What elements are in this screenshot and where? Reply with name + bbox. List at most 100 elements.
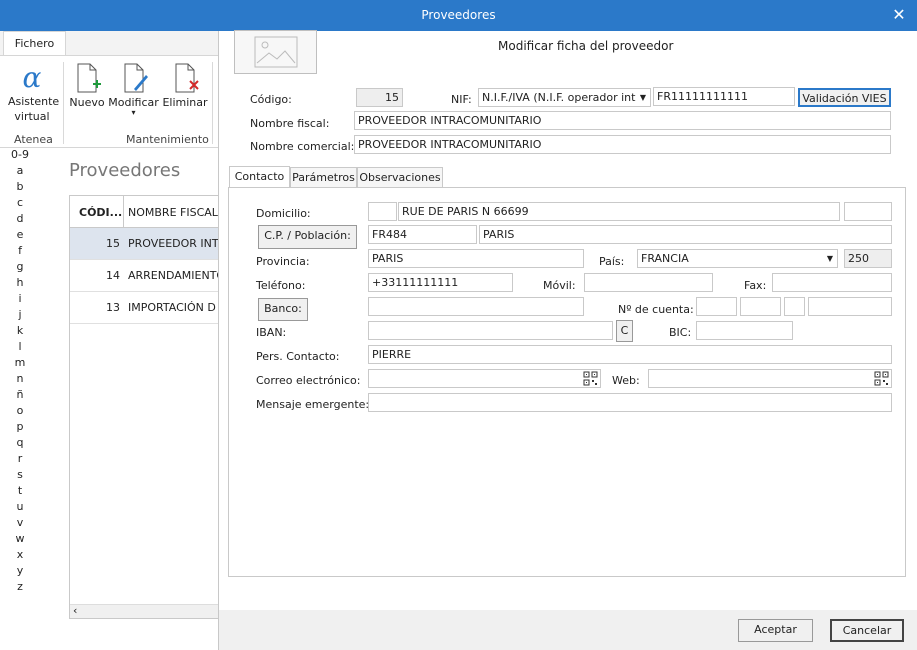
cuenta-label: Nº de cuenta: xyxy=(618,303,694,316)
tab-observaciones[interactable]: Observaciones xyxy=(357,167,443,188)
domicilio-field[interactable]: RUE DE PARIS N 66699 xyxy=(398,202,840,221)
photo-placeholder[interactable] xyxy=(234,30,317,74)
codigo-label: Código: xyxy=(250,93,292,106)
cuenta-numero-field[interactable] xyxy=(808,297,892,316)
aceptar-button[interactable]: Aceptar xyxy=(738,619,813,642)
alphabet-filter-letter[interactable]: v xyxy=(0,516,40,532)
alphabet-filter-letter[interactable]: ñ xyxy=(0,388,40,404)
cuenta-dc-field[interactable] xyxy=(784,297,805,316)
alphabet-filter-letter[interactable]: c xyxy=(0,196,40,212)
cuenta-oficina-field[interactable] xyxy=(740,297,781,316)
column-header-code[interactable]: CÓDI... xyxy=(79,206,122,219)
group-mantenimiento: Mantenimiento xyxy=(126,133,209,146)
alphabet-filter-letter[interactable]: a xyxy=(0,164,40,180)
nif-type-select[interactable]: N.I.F./IVA (N.I.F. operador int ▼ xyxy=(478,88,651,107)
supplier-dialog: Modificar ficha del proveedor Código: 15… xyxy=(218,30,917,650)
tab-contacto[interactable]: Contacto xyxy=(229,166,290,188)
iban-label: IBAN: xyxy=(256,326,287,339)
alphabet-filter-letter[interactable]: o xyxy=(0,404,40,420)
alphabet-filter-letter[interactable]: w xyxy=(0,532,40,548)
alphabet-filter-digits[interactable]: 0-9 xyxy=(0,148,40,164)
fax-field[interactable] xyxy=(772,273,892,292)
alphabet-filter-letter[interactable]: n xyxy=(0,372,40,388)
contacto-label: Pers. Contacto: xyxy=(256,350,340,363)
alphabet-filter-letter[interactable]: u xyxy=(0,500,40,516)
chevron-down-icon: ▾ xyxy=(131,108,136,117)
qr-code-icon[interactable] xyxy=(874,371,889,386)
validacion-vies-button[interactable]: Validación VIES xyxy=(798,88,891,107)
pais-label: País: xyxy=(599,255,625,268)
banco-field[interactable] xyxy=(368,297,584,316)
cp-poblacion-button[interactable]: C.P. / Población: xyxy=(258,225,357,249)
close-icon[interactable]: ✕ xyxy=(889,5,909,25)
asistente-label: Asistente virtual xyxy=(8,95,60,123)
telefono-field[interactable]: +33111111111 xyxy=(368,273,513,292)
banco-button[interactable]: Banco: xyxy=(258,298,308,321)
table-row[interactable]: 13 IMPORTACIÓN D xyxy=(70,292,218,324)
eliminar-button[interactable]: Eliminar xyxy=(162,62,208,109)
alphabet-filter-letter[interactable]: x xyxy=(0,548,40,564)
nif-label: NIF: xyxy=(451,93,472,106)
nuevo-label: Nuevo xyxy=(69,96,105,109)
alphabet-filter-letter[interactable]: s xyxy=(0,468,40,484)
web-field[interactable] xyxy=(648,369,892,388)
domicilio-number-field[interactable] xyxy=(844,202,892,221)
grid-header: CÓDI... NOMBRE FISCAL xyxy=(70,196,218,228)
qr-code-icon[interactable] xyxy=(583,371,598,386)
alphabet-filter-letter[interactable]: k xyxy=(0,324,40,340)
cuenta-entidad-field[interactable] xyxy=(696,297,737,316)
alphabet-filter-letter[interactable]: d xyxy=(0,212,40,228)
alphabet-filter-letter[interactable]: g xyxy=(0,260,40,276)
nuevo-button[interactable]: Nuevo xyxy=(68,62,106,109)
iban-calc-button[interactable]: C xyxy=(616,320,633,342)
alphabet-filter-letter[interactable]: j xyxy=(0,308,40,324)
alphabet-filter-letter[interactable]: r xyxy=(0,452,40,468)
poblacion-field[interactable]: PARIS xyxy=(479,225,892,244)
domicilio-prefix-field[interactable] xyxy=(368,202,397,221)
window-title: Proveedores xyxy=(421,8,496,22)
suppliers-grid: CÓDI... NOMBRE FISCAL 15 PROVEEDOR INTR … xyxy=(69,195,219,619)
alphabet-filter-letter[interactable]: b xyxy=(0,180,40,196)
alphabet-filter-letter[interactable]: q xyxy=(0,436,40,452)
provincia-label: Provincia: xyxy=(256,255,310,268)
column-header-name[interactable]: NOMBRE FISCAL xyxy=(128,206,218,219)
movil-label: Móvil: xyxy=(543,279,576,292)
pais-select[interactable]: FRANCIA ▼ xyxy=(637,249,838,268)
horizontal-scrollbar[interactable]: ‹ xyxy=(70,604,218,618)
movil-field[interactable] xyxy=(584,273,713,292)
alphabet-filter-letter[interactable]: l xyxy=(0,340,40,356)
mensaje-field[interactable] xyxy=(368,393,892,412)
alphabet-filter-letter[interactable]: y xyxy=(0,564,40,580)
correo-field[interactable] xyxy=(368,369,601,388)
asistente-virtual-button[interactable]: α Asistente virtual xyxy=(4,62,60,124)
nombre-comercial-label: Nombre comercial: xyxy=(250,140,355,153)
iban-field[interactable] xyxy=(368,321,613,340)
provincia-field[interactable]: PARIS xyxy=(368,249,584,268)
pais-code-field: 250 xyxy=(844,249,892,268)
alphabet-filter-letter[interactable]: f xyxy=(0,244,40,260)
cancelar-button[interactable]: Cancelar xyxy=(830,619,904,642)
alphabet-filter-letter[interactable]: t xyxy=(0,484,40,500)
alphabet-filter-letter[interactable]: p xyxy=(0,420,40,436)
nif-field[interactable]: FR11111111111 xyxy=(653,87,795,106)
cp-field[interactable]: FR484 xyxy=(368,225,477,244)
dialog-title: Modificar ficha del proveedor xyxy=(498,39,674,53)
contacto-field[interactable]: PIERRE xyxy=(368,345,892,364)
codigo-field[interactable]: 15 xyxy=(356,88,403,107)
fax-label: Fax: xyxy=(744,279,767,292)
alphabet-filter-letter[interactable]: e xyxy=(0,228,40,244)
nombre-comercial-field[interactable]: PROVEEDOR INTRACOMUNITARIO xyxy=(354,135,891,154)
alphabet-filter-letter[interactable]: m xyxy=(0,356,40,372)
modificar-button[interactable]: Modificar ▾ xyxy=(106,62,161,117)
table-row[interactable]: 15 PROVEEDOR INTR xyxy=(70,228,218,260)
table-row[interactable]: 14 ARRENDAMIENTO xyxy=(70,260,218,292)
alphabet-filter-letter[interactable]: z xyxy=(0,580,40,596)
bic-field[interactable] xyxy=(696,321,793,340)
tab-parametros[interactable]: Parámetros xyxy=(290,167,357,188)
chevron-left-icon[interactable]: ‹ xyxy=(73,604,77,617)
contacto-pane: Domicilio: RUE DE PARIS N 66699 C.P. / P… xyxy=(228,187,906,577)
alphabet-filter-letter[interactable]: i xyxy=(0,292,40,308)
tab-fichero[interactable]: Fichero xyxy=(3,31,66,56)
alphabet-filter-letter[interactable]: h xyxy=(0,276,40,292)
nombre-fiscal-field[interactable]: PROVEEDOR INTRACOMUNITARIO xyxy=(354,111,891,130)
